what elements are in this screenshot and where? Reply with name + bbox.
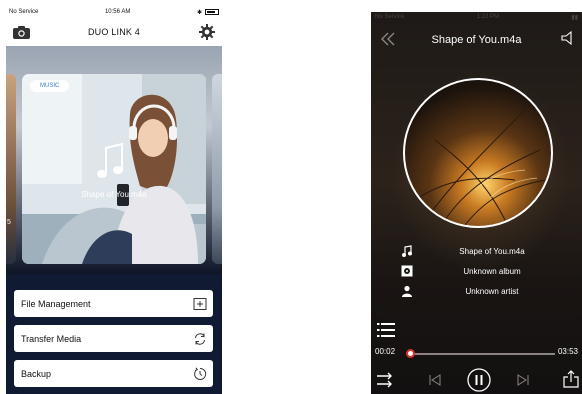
album-art-image bbox=[414, 109, 546, 226]
media-carousel[interactable]: 5 MUSIC Shape of You.m4a bbox=[6, 46, 222, 274]
carrier-label: No Service bbox=[375, 14, 405, 20]
now-playing-title: Shape of You.m4a bbox=[431, 34, 522, 46]
seek-bar[interactable] bbox=[406, 349, 555, 358]
status-time: 1:22 PM bbox=[476, 14, 500, 20]
share-icon[interactable] bbox=[563, 370, 579, 388]
status-bar: No Service 10:56 AM ✱ bbox=[6, 6, 222, 18]
bluetooth-icon: ✱ bbox=[196, 9, 202, 16]
file-management-label: File Management bbox=[21, 298, 91, 309]
pause-button-icon[interactable] bbox=[467, 368, 491, 392]
right-phone-screen: No Service 1:22 PM ▮▮ Shape of You.m4a S… bbox=[371, 12, 582, 394]
battery-icon bbox=[204, 9, 219, 15]
battery-icon: ▮▮ bbox=[571, 15, 578, 21]
backup-timer-icon bbox=[194, 367, 207, 380]
camera-icon[interactable] bbox=[13, 26, 30, 39]
total-time: 03:53 bbox=[557, 347, 578, 356]
seek-thumb[interactable] bbox=[406, 349, 416, 358]
speaker-icon[interactable] bbox=[560, 30, 576, 46]
carousel-card-previous[interactable]: 5 bbox=[6, 74, 16, 264]
carousel-card-music[interactable]: MUSIC Shape of You.m4a bbox=[22, 74, 206, 264]
app-title: DUO LINK 4 bbox=[87, 27, 140, 37]
previous-track-icon[interactable] bbox=[429, 374, 441, 386]
file-management-button[interactable]: File Management bbox=[14, 290, 213, 317]
album-name: Unknown album bbox=[463, 266, 521, 276]
transfer-media-label: Transfer Media bbox=[21, 333, 82, 344]
transfer-media-button[interactable]: Transfer Media bbox=[14, 325, 213, 352]
album-info-row: Unknown album bbox=[401, 264, 571, 278]
album-disc-icon bbox=[401, 265, 413, 277]
music-note-icon bbox=[97, 142, 123, 178]
gear-icon[interactable] bbox=[199, 24, 215, 40]
next-track-icon[interactable] bbox=[517, 374, 529, 386]
sync-icon bbox=[195, 332, 205, 345]
playback-controls bbox=[371, 368, 582, 394]
music-category-badge: MUSIC bbox=[30, 80, 70, 92]
previous-card-label: 5 bbox=[7, 219, 11, 226]
song-name: Shape of You.m4a bbox=[459, 246, 525, 256]
main-menu: File Management Transfer Media Backup bbox=[6, 274, 222, 394]
backup-label: Backup bbox=[21, 368, 52, 379]
music-card-caption: Shape of You.m4a bbox=[81, 190, 147, 199]
backup-button[interactable]: Backup bbox=[14, 360, 213, 387]
artist-info-row: Unknown artist bbox=[401, 284, 571, 298]
song-info-row: Shape of You.m4a bbox=[401, 244, 571, 258]
album-art bbox=[403, 78, 553, 228]
status-bar: No Service 1:22 PM ▮▮ bbox=[375, 14, 578, 21]
playback-progress: 00:02 03:53 bbox=[375, 347, 578, 359]
carrier-label: No Service bbox=[9, 9, 39, 15]
add-folder-icon bbox=[193, 297, 207, 310]
artist-name: Unknown artist bbox=[465, 286, 519, 296]
app-header: DUO LINK 4 bbox=[6, 18, 222, 46]
music-note-icon bbox=[402, 245, 412, 257]
current-time: 00:02 bbox=[375, 347, 396, 356]
left-phone-screen: No Service 10:56 AM ✱ DUO LINK 4 5 MUSIC… bbox=[6, 6, 222, 394]
person-icon bbox=[402, 285, 412, 297]
status-time: 10:56 AM bbox=[104, 9, 131, 15]
playlist-icon[interactable] bbox=[377, 322, 395, 338]
carousel-card-next[interactable] bbox=[212, 74, 222, 264]
shuffle-icon[interactable] bbox=[377, 372, 395, 388]
